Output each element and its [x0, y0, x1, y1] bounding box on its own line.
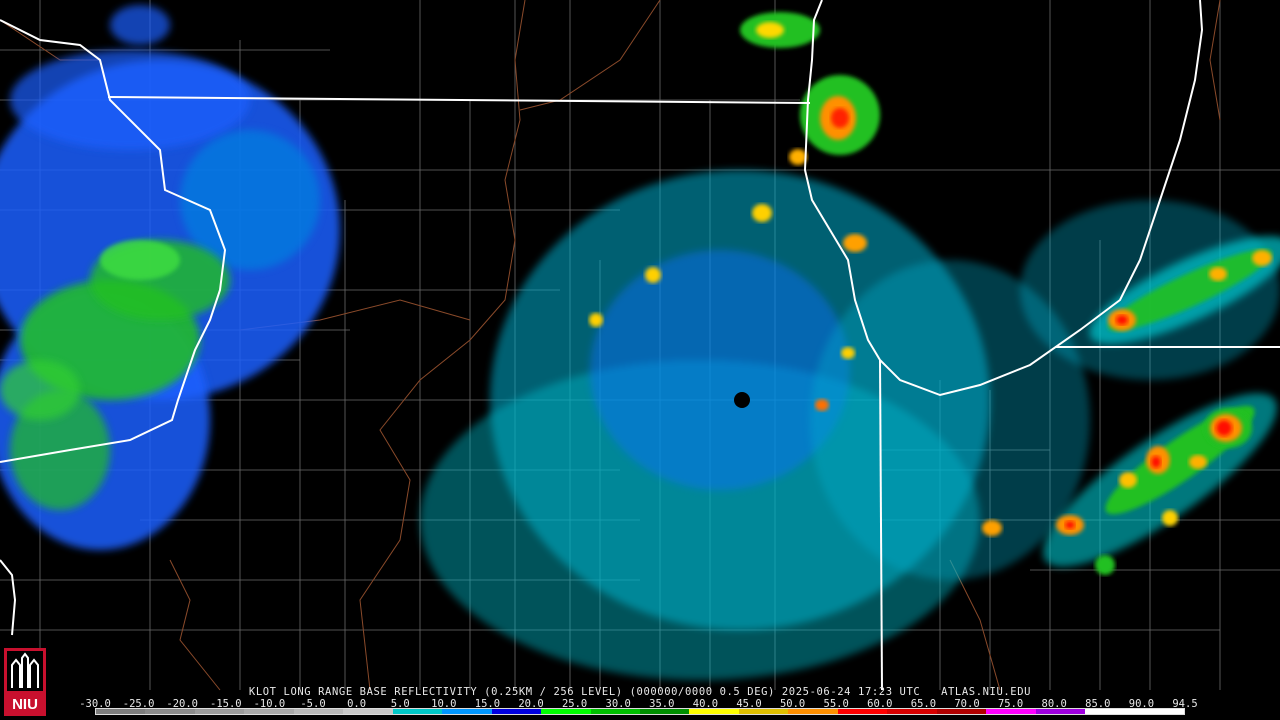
colorbar-swatch: [738, 709, 789, 714]
product-name: KLOT LONG RANGE BASE REFLECTIVITY (0.25K…: [248, 686, 775, 698]
colorbar-swatch: [491, 709, 542, 714]
colorbar-swatch: [837, 709, 888, 714]
colorbar-swatch: [639, 709, 690, 714]
product-caption: KLOT LONG RANGE BASE REFLECTIVITY (0.25K…: [0, 686, 1280, 698]
colorbar-swatch: [689, 709, 739, 714]
product-datetime: 2025-06-24 17:23 UTC: [781, 686, 921, 698]
colorbar-swatch: [788, 709, 838, 714]
colorbar-swatch: [936, 709, 987, 714]
colorbar-swatch: [887, 709, 937, 714]
colorbar-swatch: [986, 709, 1036, 714]
colorbar-swatch: [442, 709, 492, 714]
colorbar-swatch: [541, 709, 591, 714]
colorbar-swatch: [96, 709, 146, 714]
colorbar-swatch: [590, 709, 640, 714]
niu-logo: NIU: [4, 648, 46, 716]
logo-text: NIU: [12, 696, 38, 713]
colorbar-swatch: [1085, 709, 1135, 714]
colorbar-swatch: [194, 709, 245, 714]
colorbar-swatch: [392, 709, 443, 714]
radar-map: NIU: [0, 0, 1280, 720]
product-source: ATLAS.NIU.EDU: [941, 686, 1032, 698]
colorbar-swatch: [1035, 709, 1086, 714]
colorbar-swatch: [145, 709, 195, 714]
colorbar-swatch: [1134, 709, 1184, 714]
colorbar-swatch: [293, 709, 344, 714]
reflectivity-colorbar: [95, 708, 1185, 715]
colorbar-swatch: [244, 709, 294, 714]
colorbar-swatch: [343, 709, 393, 714]
